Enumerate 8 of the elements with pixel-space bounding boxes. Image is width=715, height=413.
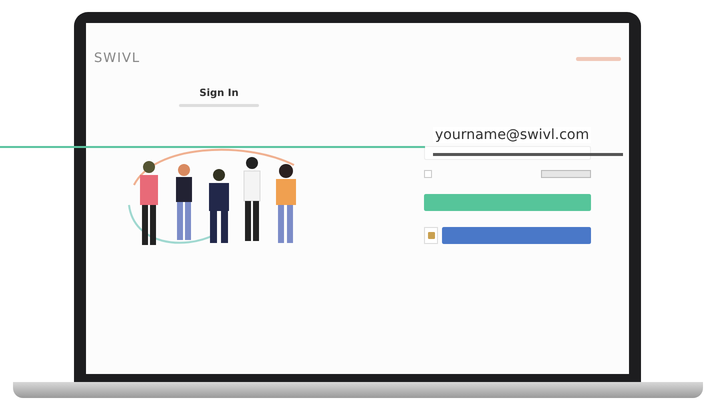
- social-icon: [424, 227, 438, 244]
- forgot-password-button[interactable]: [541, 170, 591, 178]
- top-link[interactable]: [576, 56, 621, 60]
- sign-in-button[interactable]: [424, 194, 591, 211]
- remember-checkbox[interactable]: [424, 170, 432, 178]
- logo: SWIVL: [94, 51, 140, 66]
- sign-in-title: Sign In: [199, 88, 239, 99]
- social-sign-in-button[interactable]: [442, 227, 591, 244]
